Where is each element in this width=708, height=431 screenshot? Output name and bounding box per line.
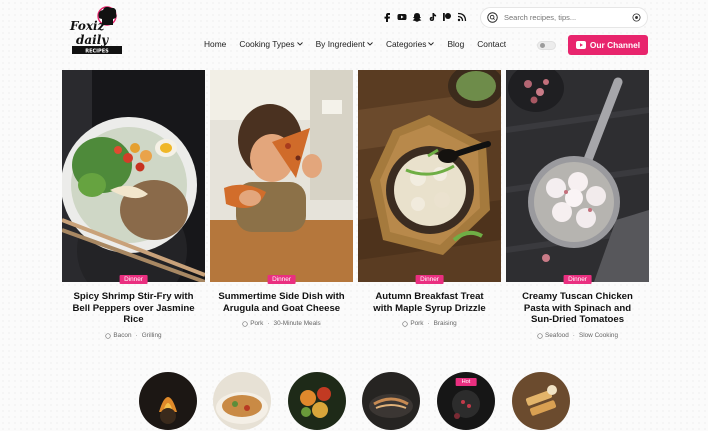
tag-link[interactable]: Pork (250, 320, 263, 327)
tag-separator: · (427, 320, 430, 327)
title-line: with Maple Syrup Drizzle (373, 302, 486, 314)
tag-icon (105, 332, 112, 339)
recipe-image[interactable] (358, 70, 501, 282)
title-line: Autumn Breakfast Treat (375, 291, 484, 302)
rss-icon[interactable] (457, 12, 467, 22)
recipe-tags: Pork · Braising (358, 320, 501, 327)
tag-separator: · (572, 332, 575, 339)
recipe-image[interactable] (210, 70, 353, 282)
recipe-image[interactable] (62, 70, 205, 282)
recipe-tags: Pork · 30-Minute Meals (210, 320, 353, 327)
youtube-icon[interactable] (397, 12, 407, 22)
svg-text:RECIPES: RECIPES (85, 49, 109, 55)
circle-badge: Hot (455, 378, 477, 386)
tag-link[interactable]: 30-Minute Meals (274, 320, 321, 327)
title-line: Creamy Tuscan Chicken (522, 291, 633, 302)
tag-link[interactable]: Pork (410, 320, 423, 327)
nav-cooking-types[interactable]: Cooking Types (239, 39, 303, 49)
main-nav: Home Cooking Types By Ingredient Categor… (204, 39, 519, 49)
nav-by-ingredient-label: By Ingredient (315, 39, 365, 49)
chevron-down-icon (428, 42, 435, 46)
recipe-title[interactable]: Summertime Side Dish with Arugula and Go… (210, 291, 353, 314)
dark-mode-toggle[interactable] (537, 41, 556, 50)
tag-separator: · (135, 332, 138, 339)
tiktok-icon[interactable] (427, 12, 437, 22)
tag-icon (537, 332, 543, 339)
site-header: Foxiz daily RECIPES Home Cooki (0, 0, 708, 68)
recipe-card[interactable]: Dinner Autumn Breakfast Treat with Maple… (358, 70, 501, 350)
recipe-card[interactable]: Dinner Creamy Tuscan Chicken Pasta with … (506, 70, 649, 350)
tag-link[interactable]: Bacon (113, 332, 131, 339)
nav-blog[interactable]: Blog (447, 39, 464, 49)
recipe-tags: Seafood · Slow Cooking (506, 332, 649, 339)
snapchat-icon[interactable] (412, 12, 422, 22)
category-thumb[interactable] (512, 372, 570, 430)
nav-categories-label: Categories (385, 39, 427, 49)
our-channel-label: Our Channel (589, 40, 641, 50)
recipe-image[interactable] (506, 70, 649, 282)
title-line: Rice (123, 314, 144, 326)
category-thumb[interactable] (139, 372, 197, 430)
svg-text:daily: daily (76, 33, 109, 47)
title-line: Pasta with Spinach and (523, 302, 632, 314)
category-thumb[interactable]: Hot (437, 372, 495, 430)
toggle-knob (540, 43, 545, 48)
facebook-icon[interactable] (382, 12, 392, 22)
chevron-down-icon (367, 42, 373, 46)
search-icon (487, 12, 498, 23)
category-thumb[interactable] (213, 372, 271, 430)
recipe-title[interactable]: Creamy Tuscan Chicken Pasta with Spinach… (506, 291, 649, 326)
youtube-icon (575, 41, 586, 49)
nav-blog-label: Blog (447, 39, 465, 49)
search-input[interactable] (504, 13, 632, 22)
chevron-down-icon (296, 42, 303, 46)
title-line: Bell Peppers over Jasmine (72, 302, 195, 314)
recipe-card[interactable]: Dinner Summertime Side Dish with Arugula… (210, 70, 353, 350)
site-logo[interactable]: Foxiz daily RECIPES (66, 6, 128, 58)
tag-link[interactable]: Slow Cooking (579, 332, 618, 339)
nav-contact-label: Contact (477, 39, 507, 49)
category-thumb[interactable] (288, 372, 346, 430)
category-badge[interactable]: Dinner (267, 275, 296, 284)
tag-icon (242, 320, 248, 327)
category-thumb[interactable] (362, 372, 420, 430)
recipe-title[interactable]: Autumn Breakfast Treat with Maple Syrup … (358, 291, 501, 314)
category-badge[interactable]: Dinner (119, 275, 148, 284)
svg-text:Foxiz: Foxiz (69, 19, 106, 33)
tag-link[interactable]: Braising (434, 320, 457, 327)
title-line: Summertime Side Dish with (218, 291, 345, 302)
title-line: Sun-Dried Tomatoes (530, 314, 625, 326)
our-channel-button[interactable]: Our Channel (568, 35, 648, 55)
nav-home[interactable]: Home (204, 39, 226, 49)
recipe-title[interactable]: Spicy Shrimp Stir-Fry with Bell Peppers … (62, 291, 205, 326)
title-line: Spicy Shrimp Stir-Fry with (73, 291, 194, 302)
nav-contact[interactable]: Contact (477, 39, 506, 49)
tag-separator: · (267, 320, 270, 327)
category-carousel: Hot (0, 372, 708, 431)
nav-home-label: Home (204, 39, 227, 49)
tag-link[interactable]: Seafood (545, 332, 569, 339)
search-submit-icon[interactable] (632, 13, 641, 22)
category-badge[interactable]: Dinner (563, 275, 592, 284)
nav-categories[interactable]: Categories (386, 39, 435, 49)
search-box (480, 7, 648, 28)
title-line: Arugula and Goat Cheese (222, 302, 341, 314)
recipe-tags: Bacon · Grilling (62, 332, 205, 339)
nav-cooking-types-label: Cooking Types (239, 39, 295, 49)
recipe-card[interactable]: Dinner Spicy Shrimp Stir-Fry with Bell P… (62, 70, 205, 350)
patreon-icon[interactable] (442, 12, 452, 22)
tag-icon (402, 320, 408, 327)
nav-by-ingredient[interactable]: By Ingredient (316, 39, 373, 49)
social-links (382, 12, 467, 22)
tag-link[interactable]: Grilling (142, 332, 162, 339)
category-badge[interactable]: Dinner (415, 275, 444, 284)
